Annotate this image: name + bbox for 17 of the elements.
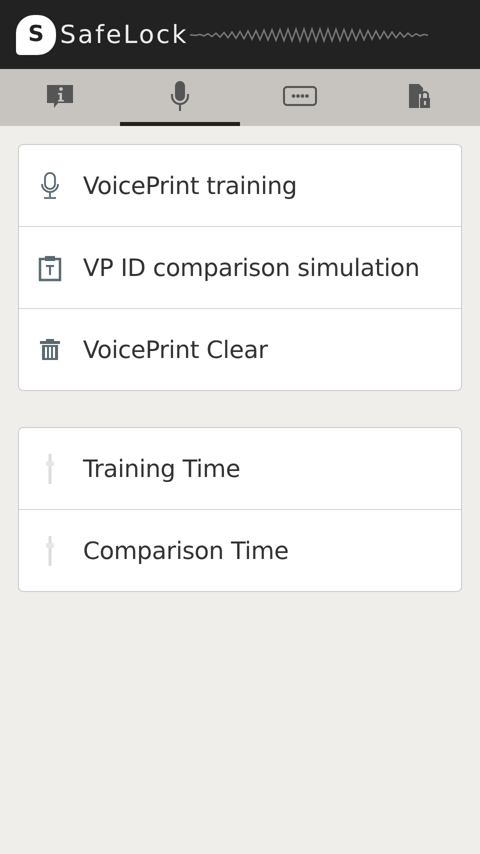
item-label: Training Time — [83, 454, 240, 482]
microphone-icon — [170, 80, 190, 112]
item-label: Comparison Time — [83, 536, 289, 564]
clipboard-icon — [38, 254, 62, 282]
settings-item[interactable]: Training Time — [19, 428, 461, 509]
item-label: VoicePrint training — [83, 172, 297, 200]
item-label: VoicePrint Clear — [83, 336, 268, 364]
item-label: VP ID comparison simulation — [83, 254, 420, 282]
logo-badge: S — [16, 14, 56, 54]
document-lock-icon — [407, 82, 433, 110]
password-icon — [283, 84, 317, 106]
settings-item[interactable]: VoicePrint training — [19, 145, 461, 226]
settings-item[interactable]: VP ID comparison simulation — [19, 226, 461, 308]
microphone-icon — [38, 172, 62, 200]
app-title: SafeLock — [60, 20, 188, 49]
settings-item[interactable]: Comparison Time — [19, 509, 461, 591]
settings-item[interactable]: VoicePrint Clear — [19, 308, 461, 390]
